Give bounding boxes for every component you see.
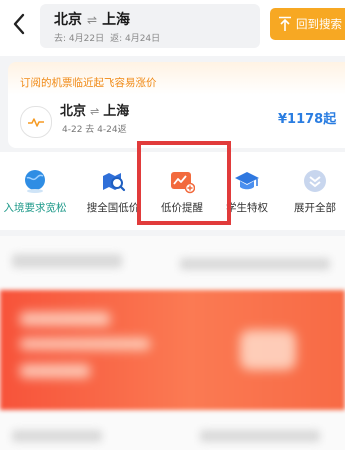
subscription-origin: 北京	[60, 104, 87, 119]
route-title: 北京 ⇌ 上海	[54, 9, 130, 29]
blurred-banner	[0, 290, 345, 410]
blurred-text	[12, 430, 102, 442]
expand-chevron-icon	[302, 168, 328, 194]
return-date: 返: 4月24日	[110, 34, 161, 44]
top-bar: 北京 ⇌ 上海 去: 4月22日 返: 4月24日 回到搜索	[0, 0, 345, 56]
subscription-destination: 上海	[103, 104, 130, 119]
shortcut-expand-all[interactable]: 展开全部	[280, 152, 345, 230]
blurred-text	[180, 258, 330, 270]
roundtrip-icon: ⇌	[87, 13, 98, 27]
origin-city: 北京	[54, 12, 82, 28]
globe-icon	[22, 168, 48, 194]
map-search-icon	[100, 168, 126, 194]
arrow-up-icon	[278, 16, 292, 32]
subscription-card[interactable]: 订阅的机票临近起飞容易涨价 北京 ⇌ 上海 4-22 去 4-24返 ¥1178起	[8, 62, 345, 148]
destination-city: 上海	[102, 12, 131, 28]
subscription-dates: 4-22 去 4-24返	[62, 125, 127, 135]
shortcut-label: 入境要求宽松	[3, 202, 67, 214]
blurred-content	[0, 236, 345, 450]
subscription-route: 北京 ⇌ 上海	[60, 100, 129, 119]
blurred-text	[200, 430, 320, 442]
graduation-cap-icon	[234, 168, 260, 194]
price-trend-icon	[20, 106, 52, 138]
chevron-left-icon	[13, 13, 25, 35]
route-dates: 去: 4月22日 返: 4月24日	[54, 31, 160, 44]
highlight-annotation	[137, 141, 231, 225]
route-summary[interactable]: 北京 ⇌ 上海 去: 4月22日 返: 4月24日	[40, 4, 260, 48]
back-to-search-label: 回到搜索	[296, 17, 342, 31]
roundtrip-icon: ⇌	[90, 105, 100, 118]
back-button[interactable]	[8, 10, 30, 38]
subscription-price: ¥1178起	[278, 112, 337, 127]
subscription-title: 订阅的机票临近起飞容易涨价	[20, 77, 157, 89]
back-to-search-button[interactable]: 回到搜索	[270, 8, 345, 40]
shortcut-label: 展开全部	[294, 202, 336, 214]
shortcut-entry-requirements[interactable]: 入境要求宽松	[0, 152, 70, 230]
blurred-text	[12, 254, 122, 268]
depart-date: 去: 4月22日	[54, 34, 105, 44]
